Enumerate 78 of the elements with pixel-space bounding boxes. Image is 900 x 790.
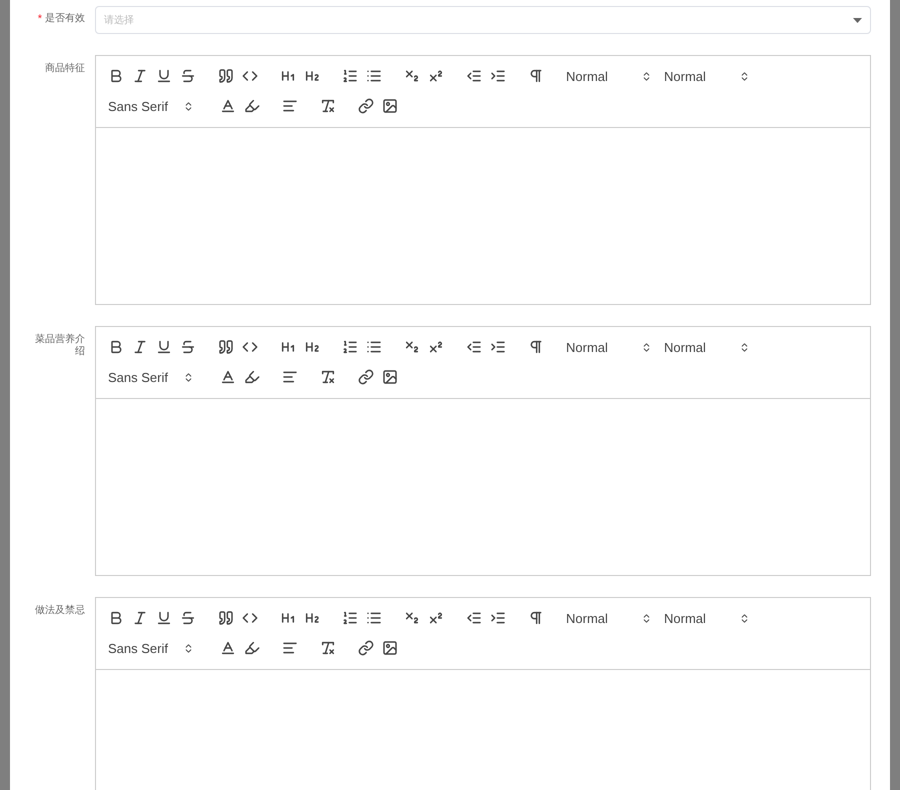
field-label: 是否有效 (45, 13, 85, 25)
updown-icon (739, 70, 750, 82)
field-label: 商品特征 (44, 63, 85, 75)
clear-format-icon (320, 98, 336, 114)
superscript-icon (428, 610, 444, 626)
format-picker[interactable]: Normal (562, 64, 660, 88)
format-picker[interactable]: Sans Serif (104, 636, 202, 660)
bullet-list-icon (366, 610, 382, 626)
clear-format-icon (320, 369, 336, 385)
updown-icon (641, 612, 652, 624)
strikethrough-icon (180, 610, 196, 626)
text-direction-icon (528, 610, 544, 626)
strikethrough-icon (180, 68, 196, 84)
indent-icon (490, 68, 506, 84)
clear-format-icon (320, 640, 336, 656)
bullet-list-icon (366, 68, 382, 84)
ordered-list-icon (342, 68, 358, 84)
text-direction-icon (528, 339, 544, 355)
field-label: 菜品营养介绍 (34, 334, 85, 358)
field-label: 做法及禁忌 (34, 605, 85, 617)
image-icon (382, 369, 398, 385)
highlight-icon (244, 369, 260, 385)
link-icon (358, 640, 374, 656)
updown-icon (739, 612, 750, 624)
text-color-icon (220, 98, 236, 114)
image-icon (382, 640, 398, 656)
code-icon (242, 610, 258, 626)
align-icon (282, 369, 298, 385)
align-icon (282, 640, 298, 656)
quote-icon (218, 68, 234, 84)
subscript-icon (404, 339, 420, 355)
updown-icon (183, 372, 194, 382)
format-picker[interactable]: Normal (660, 64, 758, 88)
indent-icon (490, 610, 506, 626)
dropdown-caret-icon (853, 18, 862, 22)
format-picker[interactable]: Sans Serif (104, 94, 202, 118)
italic-icon (132, 339, 148, 355)
superscript-icon (428, 68, 444, 84)
superscript-icon (428, 339, 444, 355)
subscript-icon (404, 68, 420, 84)
outdent-icon (466, 610, 482, 626)
required-mark: * (38, 13, 42, 25)
ordered-list-icon (342, 339, 358, 355)
format-picker[interactable]: Normal (562, 335, 660, 359)
italic-icon (132, 610, 148, 626)
updown-icon (641, 70, 652, 82)
text-color-icon (220, 640, 236, 656)
indent-icon (490, 339, 506, 355)
highlight-icon (244, 640, 260, 656)
highlight-icon (244, 98, 260, 114)
align-icon (282, 98, 298, 114)
strikethrough-icon (180, 339, 196, 355)
underline-icon (156, 610, 172, 626)
updown-icon (641, 342, 652, 352)
format-picker[interactable]: Sans Serif (104, 365, 202, 389)
bullet-list-icon (366, 339, 382, 355)
underline-icon (156, 339, 172, 355)
format-picker[interactable]: Normal (562, 606, 660, 630)
outdent-icon (466, 68, 482, 84)
ordered-list-icon (342, 610, 358, 626)
link-icon (358, 369, 374, 385)
updown-icon (739, 342, 750, 352)
updown-icon (183, 100, 194, 112)
quote-icon (218, 339, 234, 355)
code-icon (242, 68, 258, 84)
italic-icon (132, 68, 148, 84)
text-color-icon (220, 369, 236, 385)
updown-icon (183, 642, 194, 654)
link-icon (358, 98, 374, 114)
outdent-icon (466, 339, 482, 355)
format-picker[interactable]: Normal (660, 335, 758, 359)
image-icon (382, 98, 398, 114)
text-direction-icon (528, 68, 544, 84)
subscript-icon (404, 610, 420, 626)
format-picker[interactable]: Normal (660, 606, 758, 630)
code-icon (242, 339, 258, 355)
underline-icon (156, 68, 172, 84)
quote-icon (218, 610, 234, 626)
